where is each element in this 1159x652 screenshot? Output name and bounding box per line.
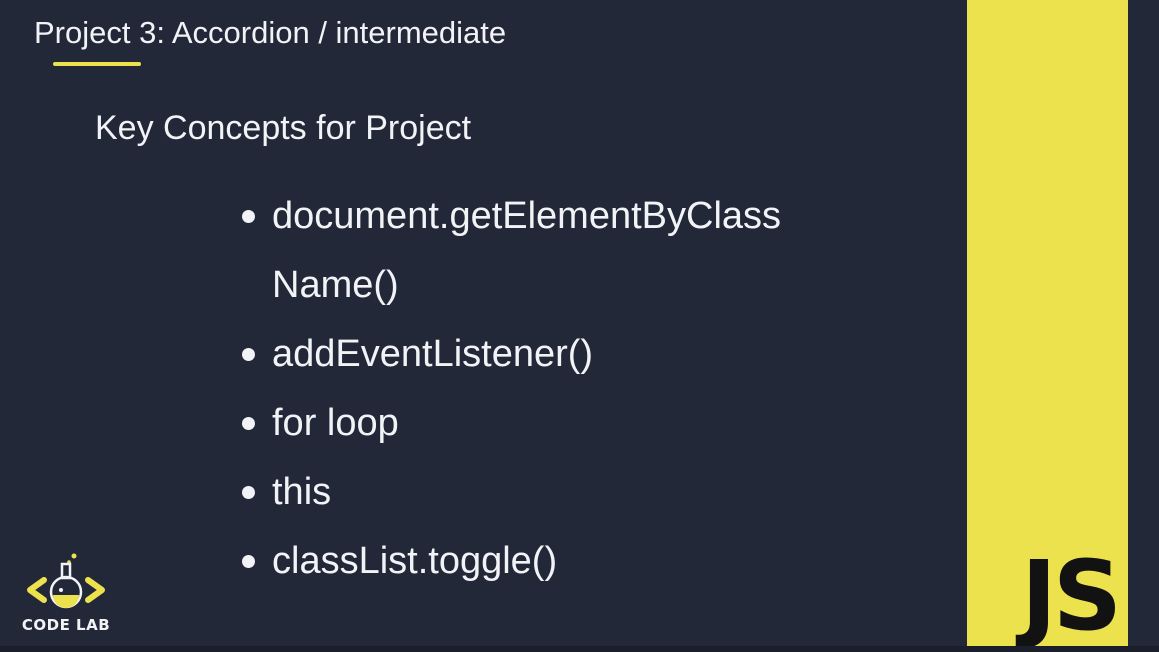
bullet-icon — [242, 348, 255, 361]
slide: Project 3: Accordion / intermediate Key … — [0, 0, 1159, 652]
slide-title: Project 3: Accordion / intermediate — [34, 15, 507, 50]
right-margin — [1128, 0, 1159, 652]
concept-text: this — [272, 471, 332, 513]
concept-text: for loop — [272, 402, 399, 444]
logo-text: CODE LAB — [21, 616, 111, 634]
code-lab-flask-icon — [27, 553, 105, 609]
concept-text: addEventListener() — [272, 333, 594, 375]
concept-item: classList.toggle() — [240, 527, 800, 596]
section-heading: Key Concepts for Project — [95, 109, 472, 147]
code-lab-logo: CODE LAB — [12, 552, 120, 640]
title-underline — [53, 62, 141, 66]
concept-item: for loop — [240, 389, 800, 458]
concept-item: this — [240, 458, 800, 527]
bullet-icon — [242, 210, 255, 223]
bullet-icon — [242, 486, 255, 499]
js-badge-label: JS — [1021, 540, 1122, 652]
bullet-icon — [242, 555, 255, 568]
concepts-list: document.getElementByClassName() addEven… — [240, 182, 800, 596]
js-badge-panel: JS — [967, 0, 1128, 646]
concept-item: document.getElementByClassName() — [240, 182, 800, 320]
concept-text: document.getElementByClassName() — [272, 195, 782, 306]
concept-text: classList.toggle() — [272, 540, 558, 582]
bottom-strip — [0, 646, 1159, 652]
bullet-icon — [242, 417, 255, 430]
concept-item: addEventListener() — [240, 320, 800, 389]
